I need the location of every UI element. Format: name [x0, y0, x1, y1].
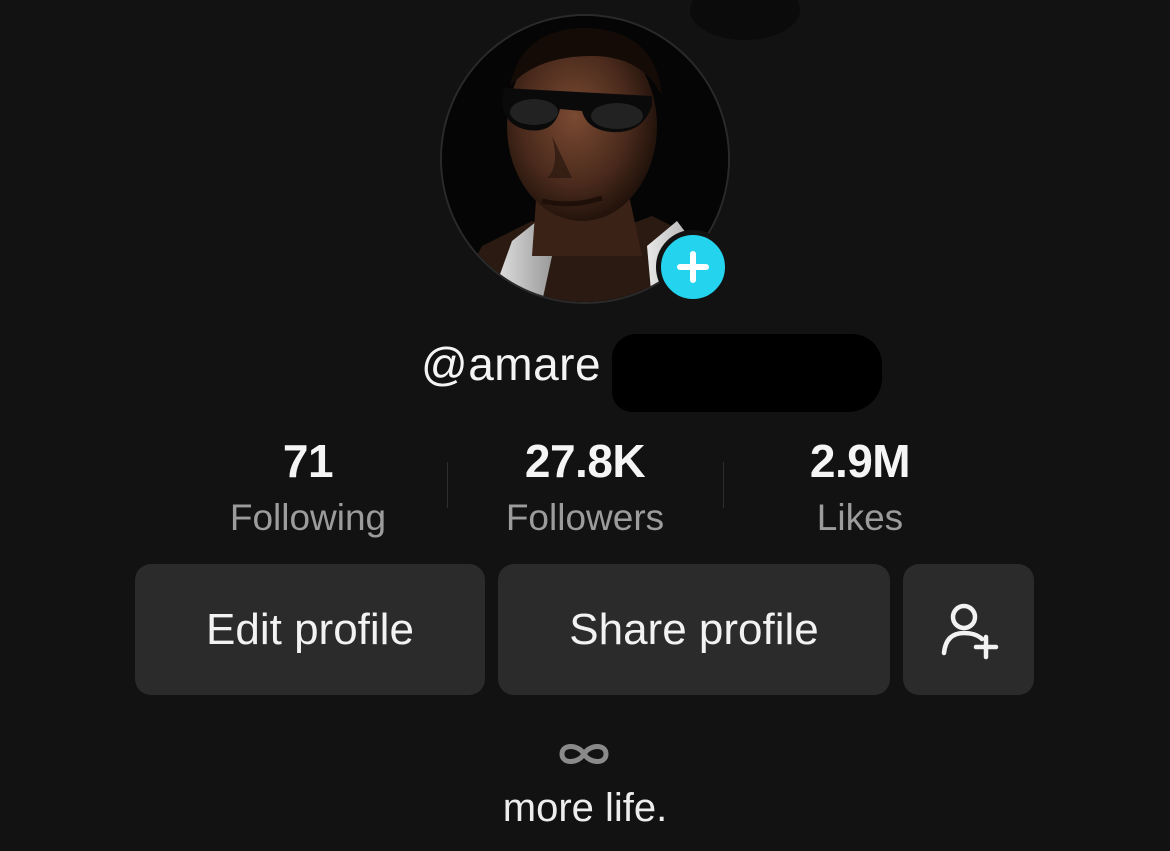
add-person-icon — [941, 603, 998, 659]
stat-followers[interactable]: 27.8K Followers — [465, 432, 705, 548]
username-redaction — [612, 334, 882, 412]
bio-text: more life. — [502, 786, 668, 830]
stat-divider — [723, 462, 724, 508]
followers-label: Followers — [505, 497, 665, 538]
stat-following[interactable]: 71 Following — [188, 432, 428, 548]
likes-count: 2.9M — [809, 435, 911, 487]
stat-likes[interactable]: 2.9M Likes — [740, 432, 980, 548]
username: @amare — [421, 338, 602, 390]
edit-profile-button[interactable]: Edit profile — [135, 564, 485, 695]
add-friend-button[interactable] — [903, 564, 1034, 695]
share-profile-label: Share profile — [569, 604, 819, 654]
edit-profile-label: Edit profile — [206, 604, 414, 654]
decorative-smudge — [690, 0, 800, 40]
followers-count: 27.8K — [524, 435, 646, 487]
likes-label: Likes — [816, 497, 904, 538]
plus-icon — [677, 251, 709, 283]
add-avatar-button[interactable] — [656, 230, 730, 304]
following-label: Following — [229, 497, 387, 538]
infinity-icon — [559, 744, 609, 764]
following-count: 71 — [282, 435, 334, 487]
username-row: @amare — [0, 330, 1170, 412]
stat-divider — [447, 462, 448, 508]
share-profile-button[interactable]: Share profile — [498, 564, 890, 695]
